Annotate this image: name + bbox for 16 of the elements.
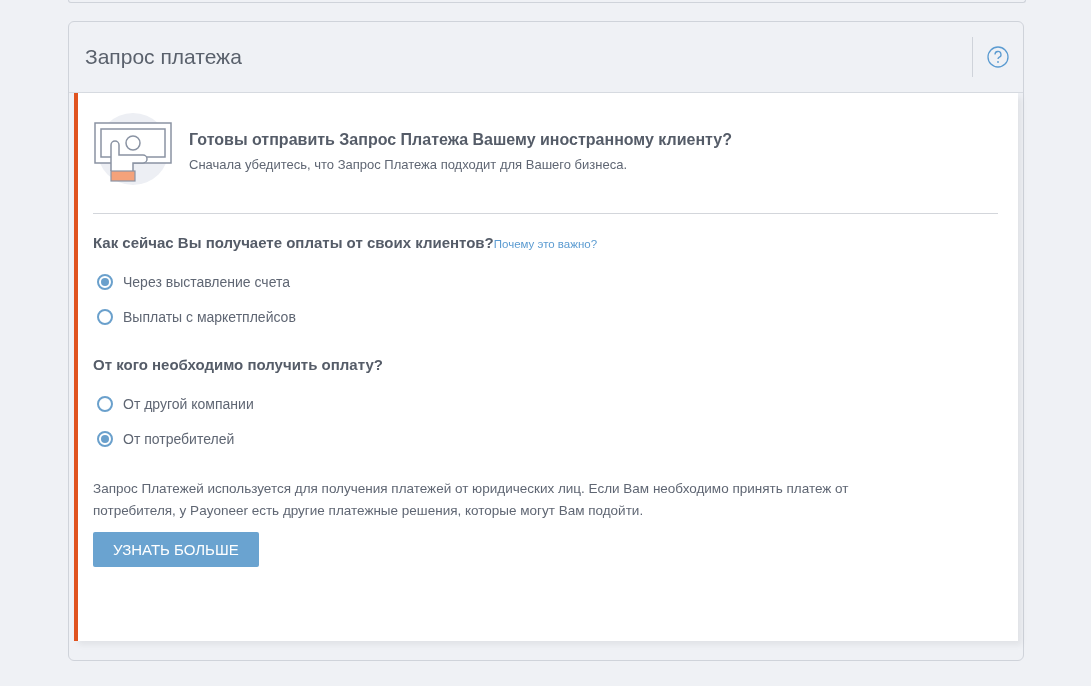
radio-button[interactable] <box>97 308 113 325</box>
option-label[interactable]: Выплаты с маркетплейсов <box>123 308 296 325</box>
question-label: Как сейчас Вы получаете оплаты от своих клиентов? <box>93 234 494 251</box>
radio-button[interactable] <box>97 395 113 412</box>
card-title: Запрос платежа <box>85 45 243 69</box>
why-important-link[interactable]: Почему это важно? <box>493 238 598 250</box>
notice-text: Запрос Платежей используется для получения платежей от юридических лиц. Если Вам необходимо принять платеж от потребителя, у Payoneer есть другие платежные решения, которые могут Вам подойти. <box>93 480 850 520</box>
question-label: От кого необходимо получить оплату? <box>93 356 383 373</box>
radio-button[interactable] <box>97 430 113 447</box>
intro-subtitle: Сначала убедитесь, что Запрос Платежа подходит для Вашего бизнеса. <box>189 156 628 172</box>
intro-heading: Готовы отправить Запрос Платежа Вашему иностранному клиенту? <box>189 130 732 149</box>
option-label[interactable]: От потребителей <box>123 430 235 447</box>
radio-button[interactable] <box>97 273 113 290</box>
option-label[interactable]: От другой компании <box>123 395 254 412</box>
option-label[interactable]: Через выставление счета <box>123 273 291 290</box>
help-icon[interactable] <box>987 46 1009 68</box>
